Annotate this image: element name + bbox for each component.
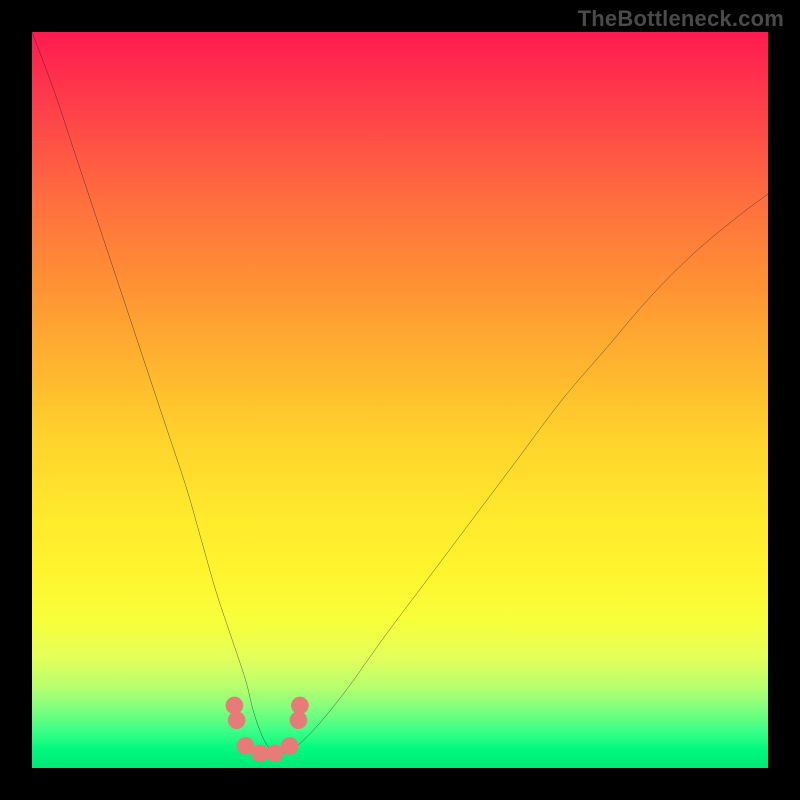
bottleneck-curve-svg xyxy=(32,32,768,768)
trough-markers xyxy=(226,697,309,763)
plot-area xyxy=(32,32,768,768)
trough-marker xyxy=(291,697,309,715)
trough-marker xyxy=(228,711,246,729)
bottleneck-curve-path xyxy=(32,32,768,754)
watermark-text: TheBottleneck.com xyxy=(578,6,784,32)
trough-marker xyxy=(281,737,299,755)
chart-frame: TheBottleneck.com xyxy=(0,0,800,800)
